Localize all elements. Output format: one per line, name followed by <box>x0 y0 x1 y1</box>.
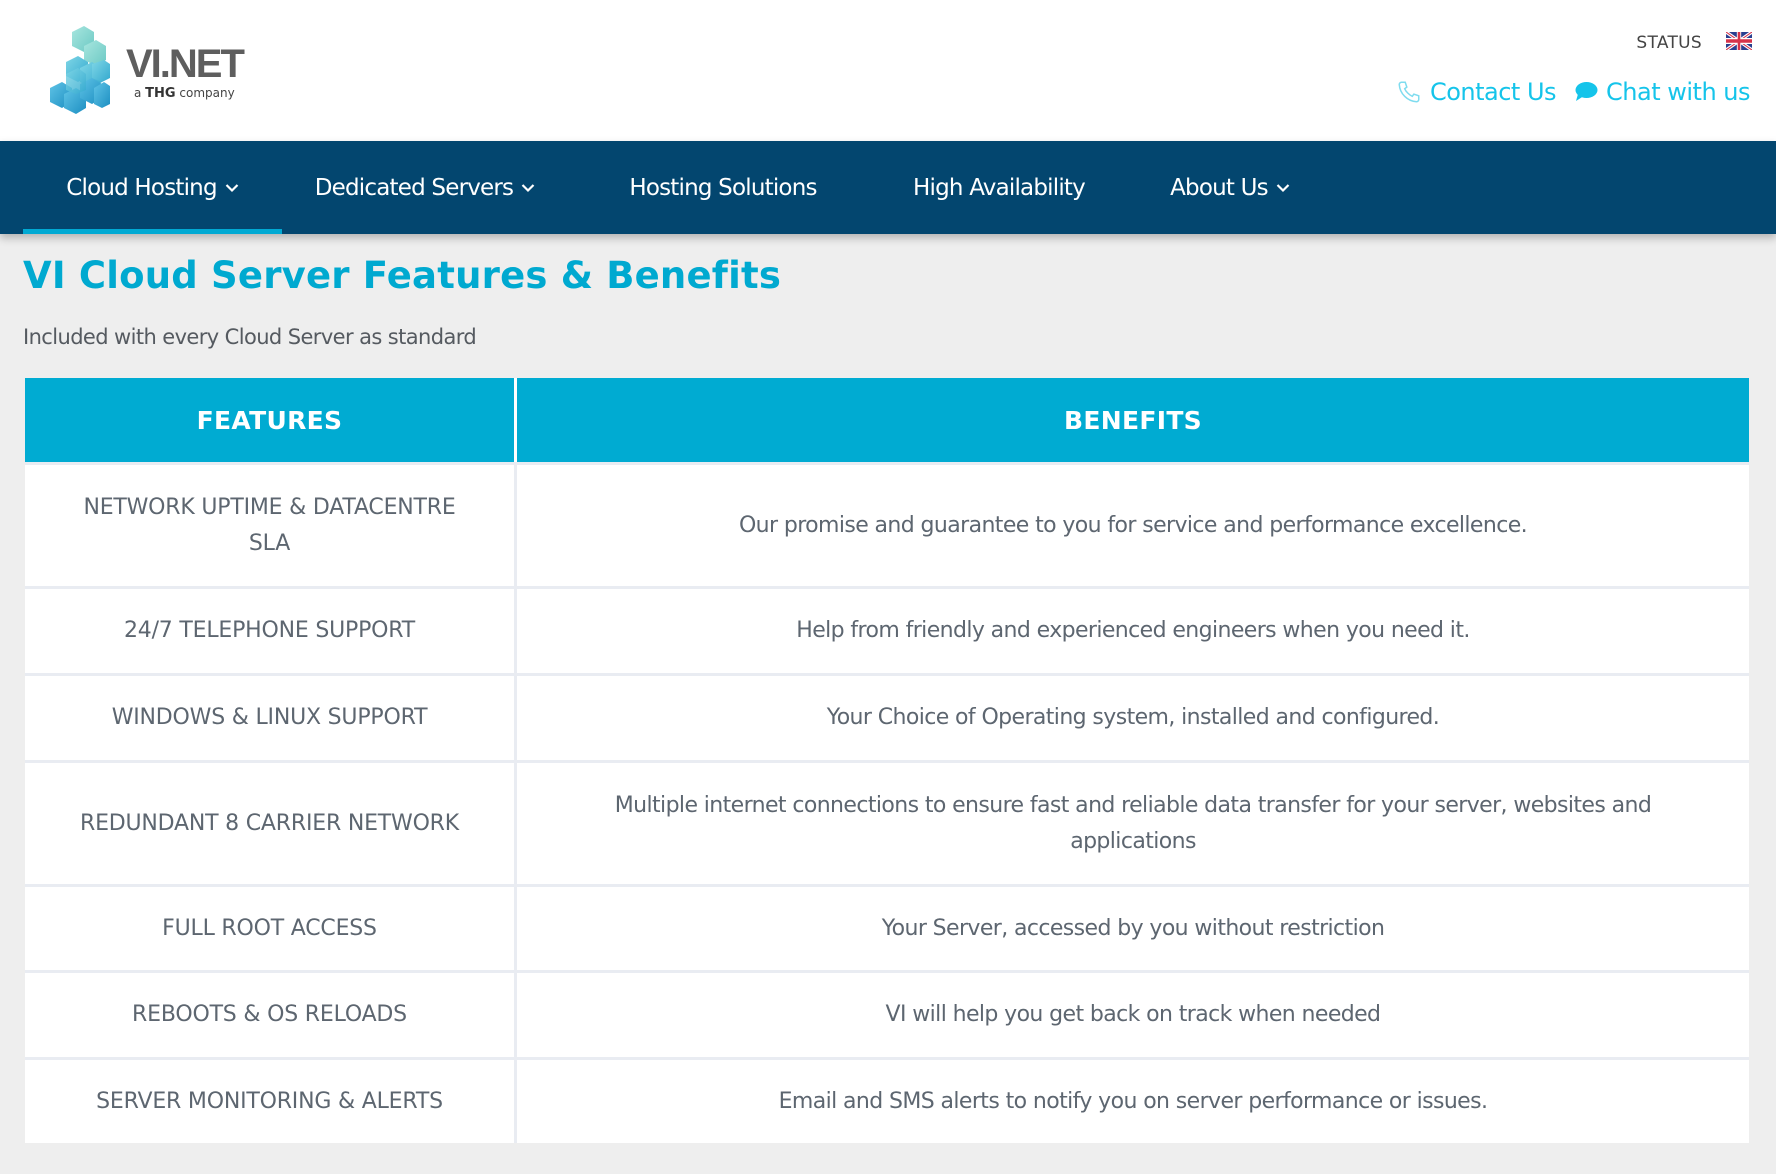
benefit-cell: Multiple internet connections to ensure … <box>517 760 1749 884</box>
benefit-cell: Help from friendly and experienced engin… <box>517 586 1749 673</box>
table-row: SERVER MONITORING & ALERTS Email and SMS… <box>25 1057 1749 1143</box>
nav-label: Cloud Hosting <box>66 174 217 201</box>
chat-with-us-link[interactable]: Chat with us <box>1574 78 1750 106</box>
chat-with-us-label: Chat with us <box>1606 78 1750 106</box>
benefit-cell: Your Choice of Operating system, install… <box>517 673 1749 760</box>
brand-tagline: a THG company <box>134 86 235 101</box>
page-subtitle: Included with every Cloud Server as stan… <box>23 325 477 349</box>
feature-cell: WINDOWS & LINUX SUPPORT <box>25 673 517 760</box>
feature-cell: REDUNDANT 8 CARRIER NETWORK <box>25 760 517 884</box>
feature-cell: REBOOTS & OS RELOADS <box>25 970 517 1057</box>
table-row: REDUNDANT 8 CARRIER NETWORK Multiple int… <box>25 760 1749 884</box>
feature-cell: NETWORK UPTIME & DATACENTRE SLA <box>25 462 517 586</box>
table-row: NETWORK UPTIME & DATACENTRE SLA Our prom… <box>25 462 1749 586</box>
tagline-prefix: a <box>134 86 146 100</box>
benefit-cell: VI will help you get back on track when … <box>517 970 1749 1057</box>
nav-item-high-availability[interactable]: High Availability <box>898 141 1100 234</box>
tagline-suffix: company <box>175 86 235 100</box>
chevron-down-icon <box>521 183 535 192</box>
nav-label: About Us <box>1170 174 1269 201</box>
feature-cell: SERVER MONITORING & ALERTS <box>25 1057 517 1143</box>
nav-item-dedicated-servers[interactable]: Dedicated Servers <box>300 141 550 234</box>
column-header-features: FEATURES <box>25 378 517 462</box>
phone-icon <box>1398 81 1420 103</box>
nav-label: Dedicated Servers <box>314 174 514 201</box>
table-row: FULL ROOT ACCESS Your Server, accessed b… <box>25 884 1749 970</box>
nav-item-hosting-solutions[interactable]: Hosting Solutions <box>610 141 836 234</box>
uk-flag-icon[interactable] <box>1726 32 1752 50</box>
contact-us-link[interactable]: Contact Us <box>1396 78 1557 106</box>
site-header: VI.NET a THG company STATUS Contact Us C… <box>0 0 1776 141</box>
column-header-benefits: BENEFITS <box>517 378 1749 462</box>
chevron-down-icon <box>225 183 239 192</box>
page-title: VI Cloud Server Features & Benefits <box>23 254 782 297</box>
contact-us-label: Contact Us <box>1429 78 1557 106</box>
contact-links: Contact Us Chat with us <box>1396 74 1750 110</box>
nav-label: High Availability <box>913 174 1086 201</box>
benefit-cell: Email and SMS alerts to notify you on se… <box>517 1057 1749 1143</box>
brand-name: VI.NET <box>126 42 245 86</box>
table-row: REBOOTS & OS RELOADS VI will help you ge… <box>25 970 1749 1057</box>
chat-bubble-icon <box>1575 82 1598 101</box>
benefit-cell: Your Server, accessed by you without res… <box>517 884 1749 970</box>
status-link[interactable]: STATUS <box>1636 33 1702 53</box>
table-header-row: FEATURES BENEFITS <box>25 378 1749 462</box>
feature-cell: 24/7 TELEPHONE SUPPORT <box>25 586 517 673</box>
benefit-cell: Our promise and guarantee to you for ser… <box>517 462 1749 586</box>
tagline-thg: THG <box>145 86 176 101</box>
features-benefits-table: FEATURES BENEFITS NETWORK UPTIME & DATAC… <box>25 378 1749 1143</box>
table-row: 24/7 TELEPHONE SUPPORT Help from friendl… <box>25 586 1749 673</box>
nav-label: Hosting Solutions <box>629 174 817 201</box>
stacked-cubes-icon <box>50 26 110 114</box>
chevron-down-icon <box>1276 183 1290 192</box>
nav-item-cloud-hosting[interactable]: Cloud Hosting <box>23 141 282 234</box>
nav-item-about-us[interactable]: About Us <box>1150 141 1310 234</box>
main-nav: Cloud Hosting Dedicated Servers Hosting … <box>0 141 1776 234</box>
table-row: WINDOWS & LINUX SUPPORT Your Choice of O… <box>25 673 1749 760</box>
site-logo[interactable]: VI.NET a THG company <box>46 24 256 128</box>
feature-cell: FULL ROOT ACCESS <box>25 884 517 970</box>
